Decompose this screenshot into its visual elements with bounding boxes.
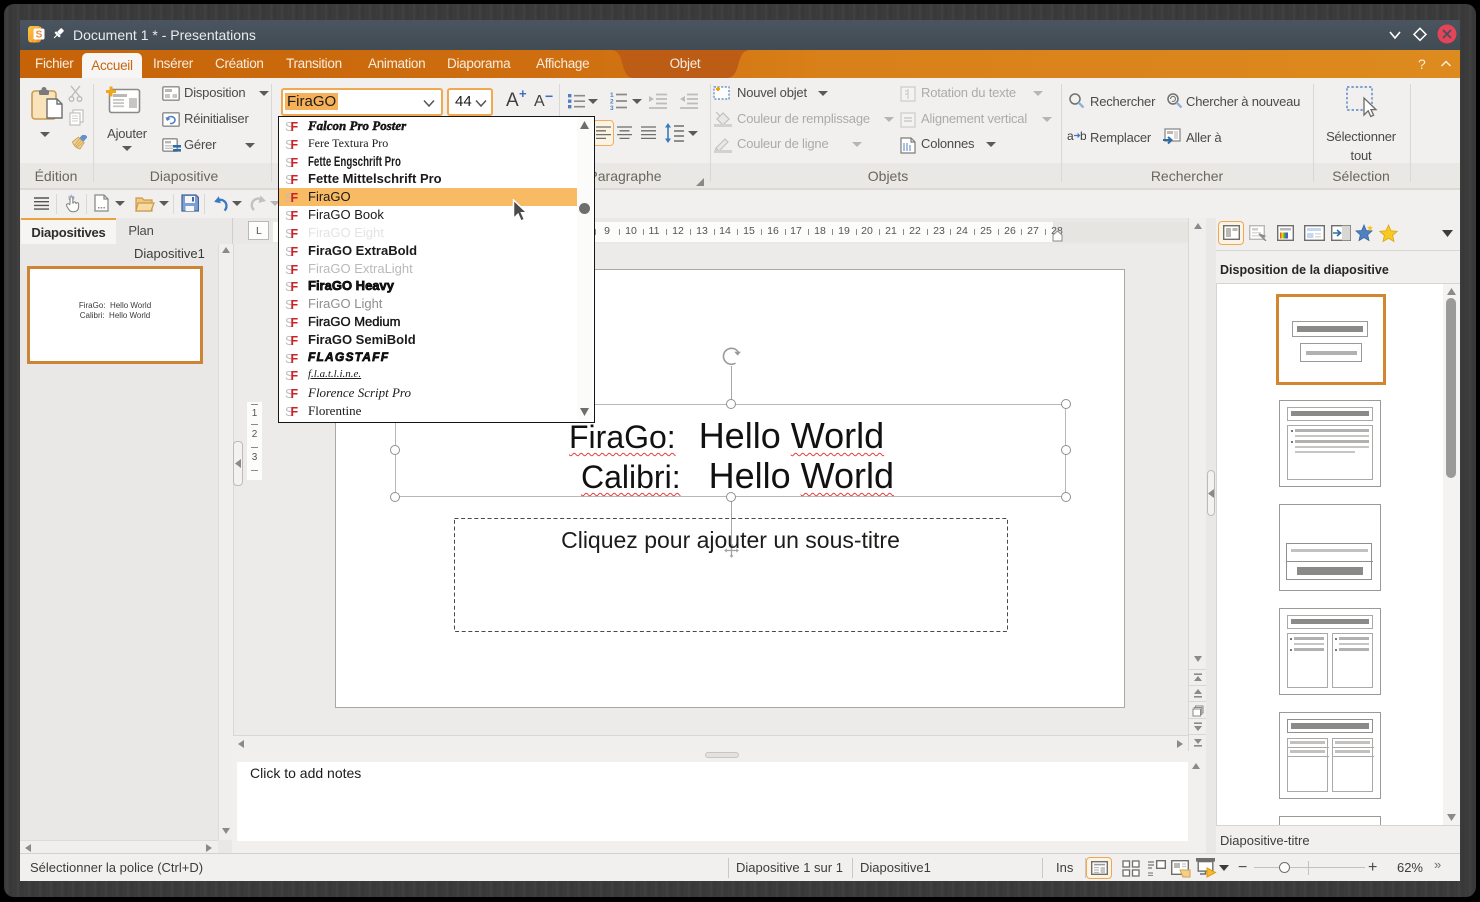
svg-text:S: S [36,30,43,41]
svg-text:3: 3 [610,105,614,110]
svg-text:b: b [1080,129,1086,143]
svg-text:a: a [1067,129,1074,143]
